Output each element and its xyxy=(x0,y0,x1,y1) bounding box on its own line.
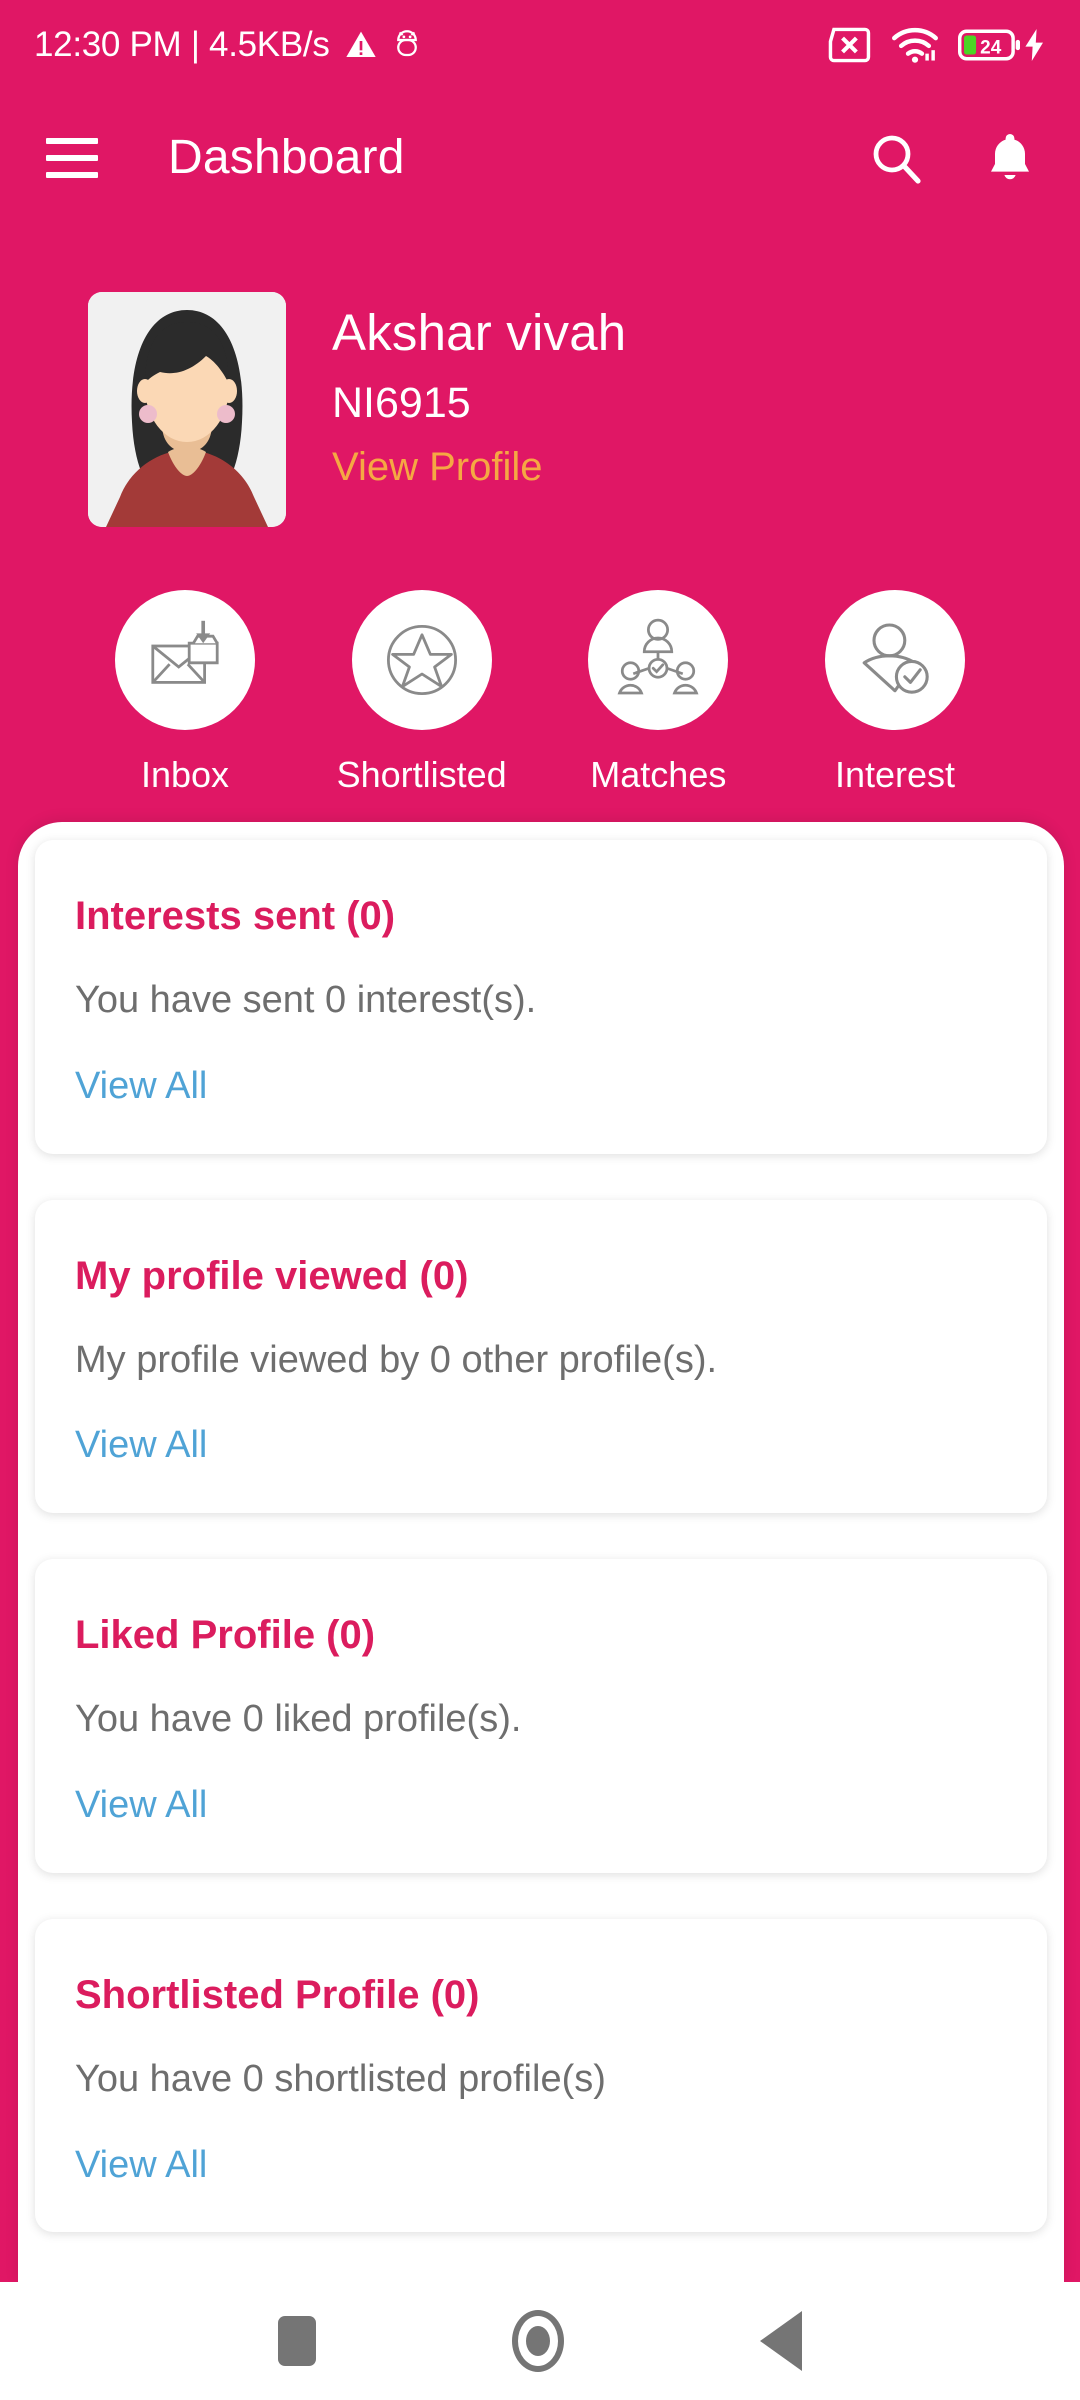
quick-action-label: Matches xyxy=(590,754,727,795)
recents-button[interactable] xyxy=(278,2316,316,2366)
warning-triangle-icon xyxy=(345,31,376,57)
quick-action-shortlisted[interactable]: Shortlisted xyxy=(337,590,507,796)
profile-name: Akshar vivah xyxy=(332,304,627,361)
card-description: You have 0 shortlisted profile(s) xyxy=(75,2057,606,2100)
back-button[interactable] xyxy=(760,2311,802,2371)
hamburger-bar xyxy=(46,171,98,178)
quick-action-inbox[interactable]: Inbox xyxy=(110,590,260,796)
recents-square-icon xyxy=(278,2316,316,2366)
home-button[interactable] xyxy=(512,2310,564,2372)
page-title: Dashboard xyxy=(168,131,405,184)
android-debug-icon xyxy=(396,30,417,57)
quick-action-label: Shortlisted xyxy=(336,754,507,795)
card-title: My profile viewed (0) xyxy=(75,1253,469,1298)
status-bar-left: 12:30 PM | 4.5KB/s xyxy=(34,25,422,65)
hamburger-menu-icon[interactable] xyxy=(46,137,98,178)
hamburger-bar xyxy=(46,137,98,144)
sim-card-error-icon xyxy=(828,27,871,63)
quick-action-label: Interest xyxy=(834,754,955,795)
battery-indicator: 24 xyxy=(958,29,1046,61)
bell-icon[interactable] xyxy=(986,131,1034,185)
view-profile-link[interactable]: View Profile xyxy=(332,447,626,487)
quick-action-circle xyxy=(115,590,255,730)
quick-action-circle xyxy=(824,590,965,730)
status-clock: 12:30 PM | 4.5KB/s xyxy=(34,25,330,64)
card-description: You have sent 0 interest(s). xyxy=(75,979,537,1021)
quick-action-interest[interactable]: Interest xyxy=(820,590,970,796)
battery-level-text: 24 xyxy=(980,37,1002,58)
system-navigation-bar xyxy=(0,2282,1080,2400)
inbox-envelope-icon xyxy=(151,620,219,684)
card-description: You have 0 liked profile(s). xyxy=(75,1698,522,1741)
card-liked-profile[interactable]: Liked Profile (0) You have 0 liked profi… xyxy=(35,1559,1047,1873)
back-triangle-icon xyxy=(760,2311,802,2371)
quick-actions-row: Inbox Shortlisted Matches Interest xyxy=(0,590,1080,796)
quick-action-label: Inbox xyxy=(140,754,230,795)
profile-text: Akshar vivah NI6915 View Profile xyxy=(332,292,626,487)
star-circle-icon xyxy=(386,625,457,695)
search-icon[interactable] xyxy=(870,132,922,184)
home-circle-icon xyxy=(512,2310,564,2372)
card-title: Shortlisted Profile (0) xyxy=(75,1972,480,2017)
card-description: My profile viewed by 0 other profile(s). xyxy=(75,1338,718,1381)
status-bar-right: 24 xyxy=(820,26,1046,64)
view-all-link[interactable]: View All xyxy=(75,1065,207,1108)
card-title: Interests sent (0) xyxy=(75,894,396,938)
person-check-icon xyxy=(862,623,929,694)
view-all-link[interactable]: View All xyxy=(75,1784,207,1827)
avatar-illustration xyxy=(88,292,286,527)
quick-action-matches[interactable]: Matches xyxy=(583,590,733,796)
phone-screen: 12:30 PM | 4.5KB/s 24 Dashboard Akshar v… xyxy=(0,0,1080,2400)
people-network-icon xyxy=(617,618,699,695)
charging-bolt-icon xyxy=(1025,29,1043,61)
status-bar: 12:30 PM | 4.5KB/s 24 xyxy=(0,0,1080,90)
card-interests-sent[interactable]: Interests sent (0) You have sent 0 inter… xyxy=(35,840,1047,1154)
battery-icon: 24 xyxy=(958,29,1020,61)
profile-id: NI6915 xyxy=(332,378,471,427)
dashboard-card-list: Interests sent (0) You have sent 0 inter… xyxy=(18,822,1064,2278)
app-bar-actions xyxy=(870,131,1034,185)
view-all-link[interactable]: View All xyxy=(75,2144,207,2187)
avatar xyxy=(88,292,286,527)
card-shortlisted-profile[interactable]: Shortlisted Profile (0) You have 0 short… xyxy=(35,1918,1047,2233)
dashboard-sheet: Interests sent (0) You have sent 0 inter… xyxy=(18,822,1064,2282)
quick-action-circle xyxy=(351,590,492,730)
profile-summary: Akshar vivah NI6915 View Profile xyxy=(0,292,1080,537)
app-bar: Dashboard xyxy=(0,105,1080,210)
home-dot xyxy=(526,2326,550,2356)
card-title: Liked Profile (0) xyxy=(75,1613,376,1658)
card-my-profile-viewed[interactable]: My profile viewed (0) My profile viewed … xyxy=(35,1199,1047,1514)
view-all-link[interactable]: View All xyxy=(75,1425,207,1467)
hamburger-bar xyxy=(46,154,98,161)
wifi-icon xyxy=(892,27,938,63)
quick-action-circle xyxy=(588,590,729,730)
